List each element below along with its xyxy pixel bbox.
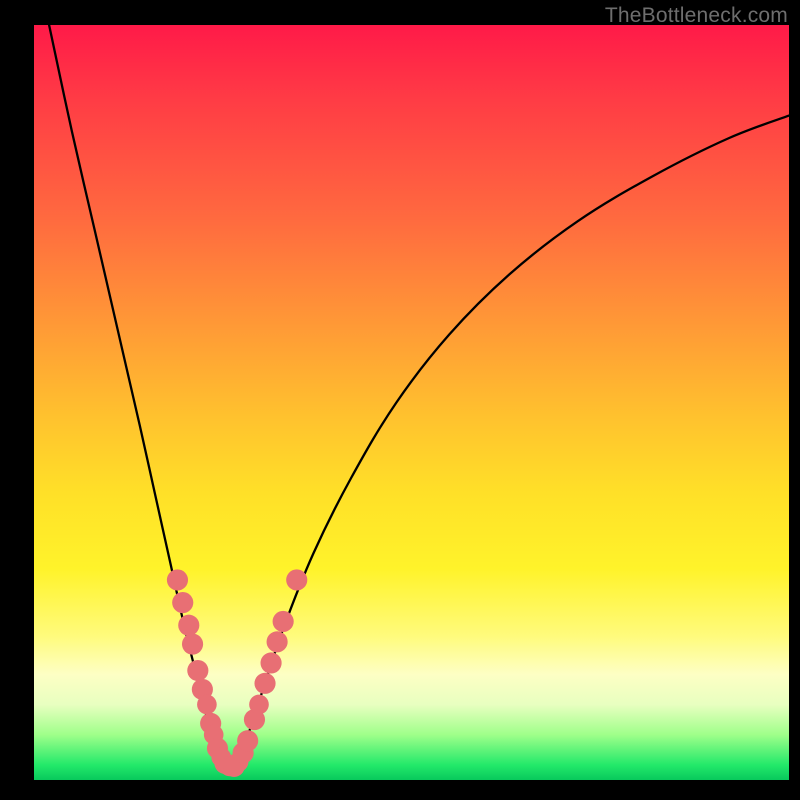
curve-marker xyxy=(286,569,307,590)
watermark-text: TheBottleneck.com xyxy=(605,4,788,28)
curve-marker xyxy=(254,673,275,694)
marker-group xyxy=(167,569,307,777)
curve-marker xyxy=(261,652,282,673)
curve-marker xyxy=(237,730,258,751)
curve-marker xyxy=(267,631,288,652)
curve-marker xyxy=(187,660,208,681)
curve-marker xyxy=(249,695,269,715)
curve-marker xyxy=(178,615,199,636)
bottleneck-curve xyxy=(49,25,789,768)
plot-area xyxy=(34,25,789,780)
curve-marker xyxy=(197,695,217,715)
curve-marker xyxy=(172,592,193,613)
chart-frame: TheBottleneck.com xyxy=(0,0,800,800)
chart-svg xyxy=(34,25,789,780)
curve-marker xyxy=(167,569,188,590)
curve-marker xyxy=(273,611,294,632)
curve-marker xyxy=(182,634,203,655)
